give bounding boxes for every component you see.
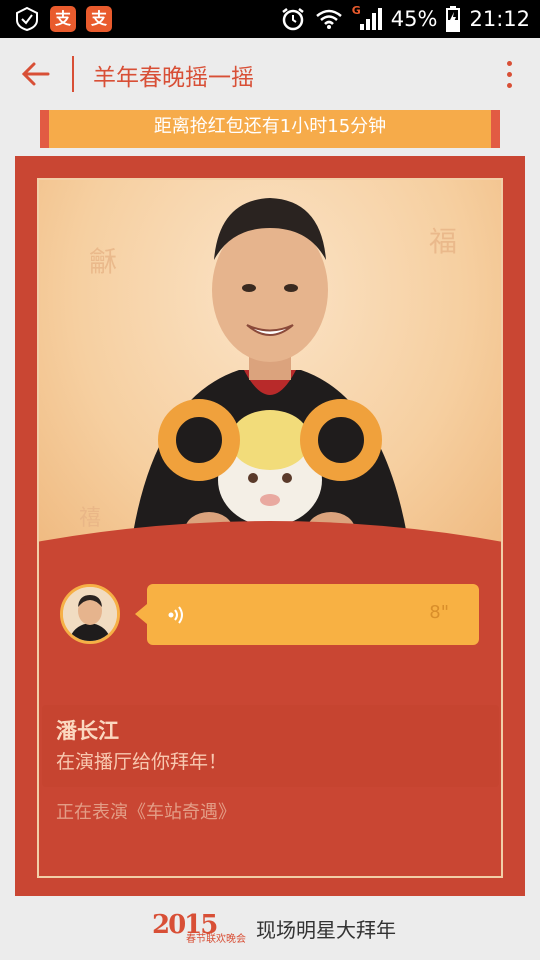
voice-message-bubble[interactable]: 8"	[135, 584, 479, 645]
avatar[interactable]	[60, 584, 120, 644]
countdown-banner: 距离抢红包还有1小时15分钟	[40, 110, 500, 148]
gala-logo: 2015 春节联欢晚会	[152, 910, 248, 945]
signal-icon: G	[351, 4, 382, 32]
network-type-label: G	[351, 4, 361, 17]
status-right: G 45% 21:12	[280, 0, 530, 38]
wifi-icon	[315, 9, 342, 29]
more-options-icon[interactable]	[504, 58, 514, 92]
back-arrow-icon[interactable]	[18, 56, 54, 92]
alipay-app-icon: 支	[50, 6, 76, 32]
performing-text: 正在表演《车站奇遇》	[56, 802, 236, 823]
alarm-icon	[282, 8, 304, 31]
alipay-app-icon-2: 支	[86, 6, 112, 32]
star-card: 龢 福 禧 8" 潘长江 在演播厅给你拜年！ 正在表演《车站奇遇》	[15, 156, 525, 896]
performer-name: 潘长江	[56, 719, 119, 743]
footer: 2015 春节联欢晚会 现场明星大拜年	[0, 896, 540, 960]
greeting-text: 在演播厅给你拜年！	[56, 751, 228, 773]
performer-info: 潘长江 在演播厅给你拜年！	[42, 705, 499, 787]
voice-duration: 8"	[429, 602, 449, 623]
page-title: 羊年春晚摇一摇	[93, 65, 254, 91]
app-bar: 羊年春晚摇一摇	[0, 38, 540, 110]
gala-logo-subtitle: 春节联欢晚会	[186, 934, 246, 945]
footer-text: 现场明星大拜年	[256, 918, 396, 942]
status-bar: 支 支 G 45% 21:12	[0, 0, 540, 38]
battery-percent: 45%	[390, 7, 438, 31]
clock-time: 21:12	[469, 7, 530, 31]
status-left: 支 支	[14, 6, 112, 32]
voice-wave-icon	[168, 606, 183, 624]
appbar-divider	[72, 56, 74, 92]
shield-check-icon	[16, 6, 38, 32]
battery-charging-icon	[446, 6, 461, 32]
